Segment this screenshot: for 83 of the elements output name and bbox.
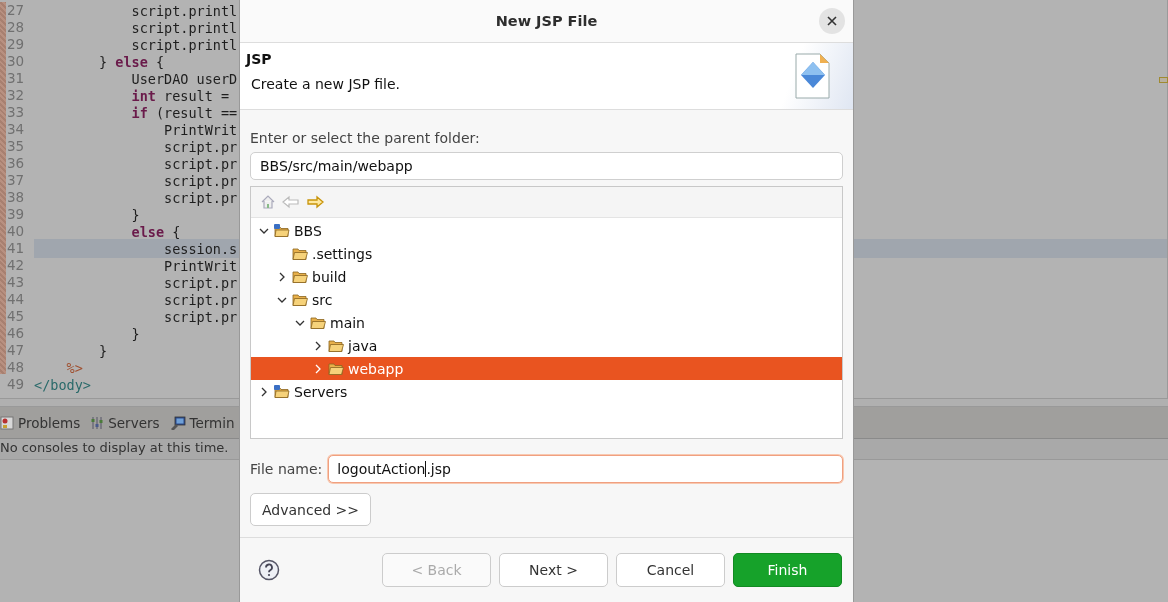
view-tab[interactable]: Problems <box>0 414 81 431</box>
folder-icon <box>328 338 344 353</box>
folder-field[interactable]: BBS/src/main/webapp <box>250 152 843 180</box>
view-tab[interactable]: Servers <box>90 414 160 431</box>
line-number: 35 <box>6 138 25 155</box>
jsp-file-icon <box>793 52 833 100</box>
line-number: 43 <box>6 274 25 291</box>
advanced-button[interactable]: Advanced >> <box>250 493 372 526</box>
tree-item[interactable]: main <box>251 311 842 334</box>
line-number: 36 <box>6 155 25 172</box>
code-line: session.s <box>163 241 238 257</box>
tree-item[interactable]: .settings <box>251 242 842 265</box>
page-title: JSP <box>246 51 273 67</box>
project-folder-icon <box>274 223 290 238</box>
tree-item[interactable]: java <box>251 334 842 357</box>
code-line: script.printl <box>130 20 238 36</box>
close-icon <box>827 16 837 26</box>
line-number: 32 <box>6 87 25 104</box>
project-folder-icon <box>274 384 290 399</box>
window-title: New JSP File <box>495 13 598 29</box>
file-name-field[interactable]: logoutAction.jsp <box>328 455 843 483</box>
tree-item[interactable]: webapp <box>251 357 842 380</box>
code-line: if (result == <box>130 105 238 121</box>
code-line: PrintWrit <box>163 122 238 138</box>
line-number: 28 <box>6 19 25 36</box>
code-line: int result = <box>130 88 230 104</box>
tree-item[interactable]: BBS <box>251 219 842 242</box>
line-number: 47 <box>6 342 25 359</box>
problems-icon <box>0 415 14 430</box>
help-icon[interactable] <box>258 559 280 581</box>
line-number: 34 <box>6 121 25 138</box>
folder-icon <box>328 361 344 376</box>
line-number: 46 <box>6 325 25 342</box>
line-number: 40 <box>6 223 25 240</box>
code-line: } else { <box>98 54 165 70</box>
line-number: 39 <box>6 206 25 223</box>
line-number: 41 <box>6 240 25 257</box>
code-line: UserDAO userD <box>130 71 238 87</box>
code-line: script.pr <box>163 139 238 155</box>
line-number: 27 <box>6 2 25 19</box>
wizard-button[interactable]: Next > <box>499 553 608 587</box>
line-number: 38 <box>6 189 25 206</box>
terminal-icon <box>169 415 186 430</box>
servers-icon <box>90 415 105 430</box>
code-line: PrintWrit <box>163 258 238 274</box>
folder-icon <box>292 269 308 284</box>
code-line: } <box>130 326 140 342</box>
tree-item[interactable]: build <box>251 265 842 288</box>
overview-marker <box>1159 77 1168 83</box>
close-button[interactable] <box>819 8 845 34</box>
line-number: 45 <box>6 308 25 325</box>
folder-label: Enter or select the parent folder: <box>250 130 481 146</box>
line-number: 44 <box>6 291 25 308</box>
tree-item[interactable]: Servers <box>251 380 842 403</box>
code-line: script.printl <box>130 37 238 53</box>
line-number: 48 <box>6 359 25 376</box>
code-line: script.pr <box>163 275 238 291</box>
code-line: script.pr <box>163 309 238 325</box>
code-line: script.pr <box>163 173 238 189</box>
file-name-label: File name: <box>250 461 323 477</box>
code-line: %> <box>65 360 83 376</box>
code-line: } <box>98 343 108 359</box>
folder-icon <box>310 315 326 330</box>
wizard-button[interactable]: Cancel <box>616 553 725 587</box>
code-line: } <box>130 207 140 223</box>
code-line: else { <box>130 224 181 240</box>
view-tab[interactable]: Termin <box>169 414 235 431</box>
code-line: script.printl <box>130 3 238 19</box>
line-number: 49 <box>6 376 25 393</box>
line-number: 37 <box>6 172 25 189</box>
code-line: script.pr <box>163 292 238 308</box>
line-number: 33 <box>6 104 25 121</box>
line-number: 30 <box>6 53 25 70</box>
code-line: script.pr <box>163 156 238 172</box>
code-line: </body> <box>34 377 91 393</box>
folder-icon <box>292 292 308 307</box>
code-line: script.pr <box>163 190 238 206</box>
line-number: 42 <box>6 257 25 274</box>
page-description: Create a new JSP file. <box>250 76 402 92</box>
line-number: 31 <box>6 70 25 87</box>
tree-item[interactable]: src <box>251 288 842 311</box>
line-number: 29 <box>6 36 25 53</box>
folder-icon <box>292 246 308 261</box>
